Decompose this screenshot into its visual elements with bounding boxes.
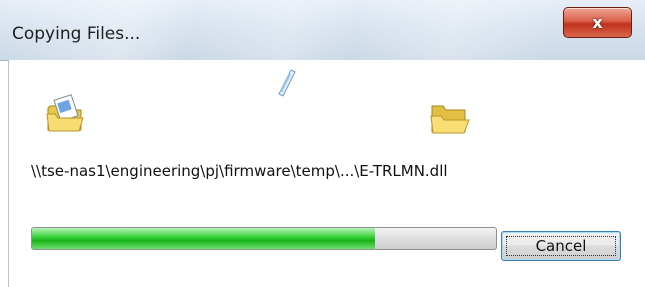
open-folder-icon: [430, 105, 470, 134]
file-path-text: \\tse-nas1\engineering\pj\firmware\temp\…: [31, 162, 448, 180]
close-icon: x: [592, 13, 603, 32]
window-title: Copying Files...: [12, 24, 141, 44]
copy-progress-bar: [31, 227, 497, 250]
folder-with-document-icon: [46, 94, 84, 132]
progress-fill: [32, 228, 376, 249]
close-button[interactable]: x: [563, 7, 632, 38]
focus-rectangle: [506, 236, 616, 256]
cancel-button[interactable]: Cancel: [501, 231, 621, 261]
copy-dialog: Copying Files... x \\tse-nas1\engineerin…: [0, 0, 645, 287]
dialog-content: \\tse-nas1\engineering\pj\firmware\temp\…: [8, 60, 645, 287]
title-bar[interactable]: Copying Files... x: [0, 0, 645, 61]
flying-document-icon: [278, 69, 296, 97]
